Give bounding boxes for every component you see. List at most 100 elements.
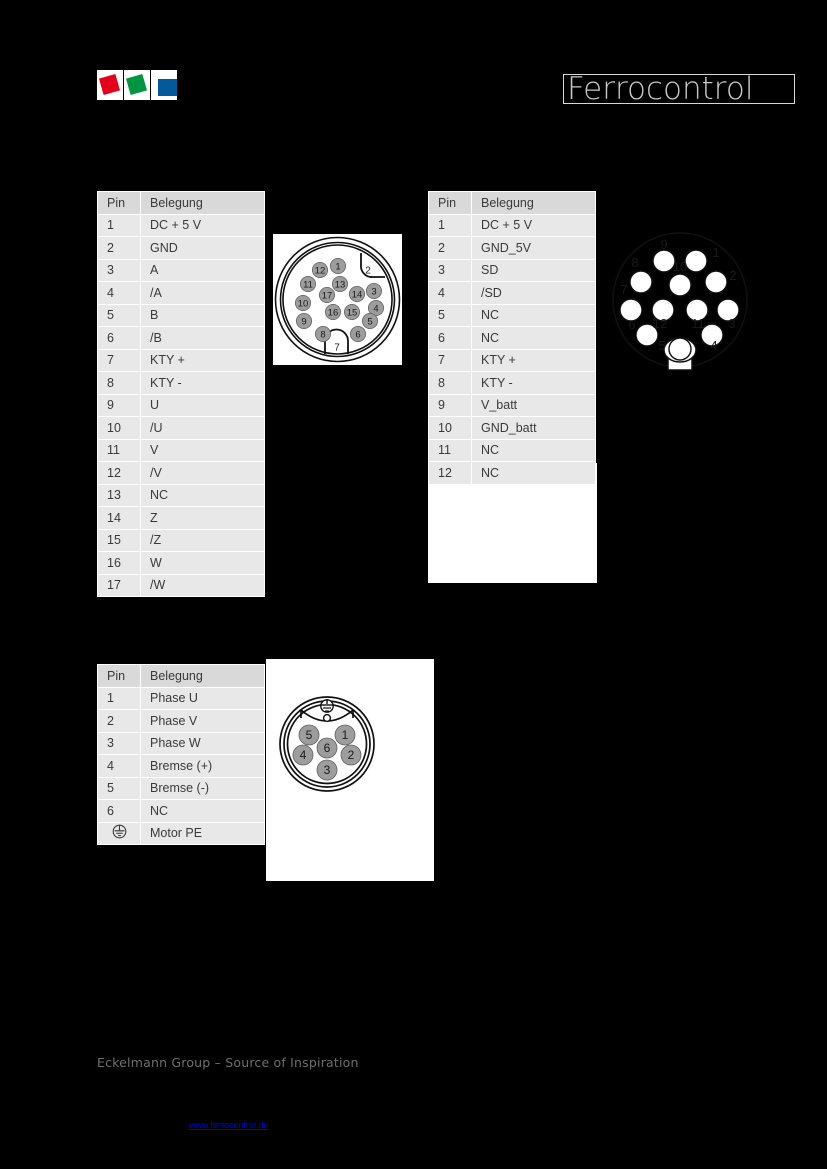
table-row: 3A — [97, 258, 265, 282]
table-row: 12/V — [97, 461, 265, 485]
pin-label-15: 15 — [347, 307, 358, 318]
table-body: Pin Belegung 1 DC + 5 V 2 GND_5V 3 SD 4/SD 5 NC 6 NC… — [428, 191, 596, 485]
table-row: 4/A — [97, 281, 265, 305]
cell-pin: 11 — [428, 438, 472, 462]
pin-9 — [652, 249, 676, 273]
earth-pe-icon — [112, 824, 126, 839]
cell-pin: 2 — [97, 709, 141, 733]
connector-diagram-17-pin: 1 2 3 4 5 6 7 8 9 10 11 12 13 14 15 16 17 — [273, 234, 402, 365]
cell-belegung: /SD — [471, 281, 596, 305]
cell-belegung: B — [140, 303, 265, 327]
pin-label-4: 4 — [710, 338, 717, 353]
cell-belegung: GND — [140, 236, 265, 260]
logo-square-green — [125, 73, 148, 96]
cell-belegung: /W — [140, 573, 265, 597]
pin-label-11: 11 — [691, 316, 705, 331]
pin-1 — [684, 249, 708, 273]
cell-belegung: /A — [140, 281, 265, 305]
pin-label-6: 6 — [324, 741, 331, 755]
cell-pin: 5 — [97, 303, 141, 327]
earth-pe-icon — [320, 699, 334, 713]
table-row: 3 Phase W — [97, 731, 265, 755]
connector-diagram-12-pin: 1 2 3 4 5 6 7 8 9 10 11 12 — [602, 230, 758, 371]
cell-belegung: NC — [140, 483, 265, 507]
cell-pin: 13 — [97, 483, 141, 507]
table-row: 12 NC — [428, 461, 596, 485]
pin-label-10: 10 — [673, 259, 687, 274]
cell-belegung: Phase W — [140, 731, 265, 755]
cell-belegung: KTY - — [140, 371, 265, 395]
table-body: Pin Belegung 1 DC + 5 V 2 GND 3 A 4/A 5 B 6/B 7 KTY +… — [97, 191, 265, 597]
cell-belegung: SD — [471, 258, 596, 282]
cell-pin: 10 — [97, 416, 141, 440]
table-row: 8 KTY - — [428, 371, 596, 395]
table-row: 2 GND — [97, 236, 265, 260]
pin-label-3: 3 — [728, 316, 735, 331]
footer-website-link[interactable]: www.ferrocontrol.de — [189, 1120, 269, 1130]
pin-5 — [668, 337, 692, 361]
pin-label-8: 8 — [320, 329, 325, 340]
brand-wordmark: Ferrocontrol — [567, 74, 754, 104]
table-row: 14 Z — [97, 506, 265, 530]
cell-belegung: Phase V — [140, 709, 265, 733]
table-row: 16 W — [97, 551, 265, 575]
cell-pin: 1 — [97, 686, 141, 710]
cell-belegung: NC — [471, 326, 596, 350]
table-row: 11 V — [97, 438, 265, 462]
pin-label-17: 17 — [322, 290, 333, 301]
table-row: 10/U — [97, 416, 265, 440]
logo-cell-green — [124, 70, 150, 100]
cell-pin: 1 — [428, 213, 472, 237]
table-row: 1 Phase U — [97, 686, 265, 710]
cell-pin: 12 — [97, 461, 141, 485]
cell-belegung: V — [140, 438, 265, 462]
cell-pin: 11 — [97, 438, 141, 462]
table-body: Pin Belegung 1 Phase U 2 Phase V 3 Phase W 4 Brem… — [97, 664, 265, 845]
brand-wordmark-box: Ferrocontrol — [563, 74, 795, 104]
pin-label-16: 16 — [328, 307, 339, 318]
pin-label-10: 10 — [298, 298, 309, 309]
pin-2 — [704, 270, 728, 294]
table-row: 5B — [97, 303, 265, 327]
cell-pin: 7 — [428, 348, 472, 372]
table-row: 13 NC — [97, 483, 265, 507]
pin-label-1: 1 — [712, 245, 719, 260]
table-header-row: Pin Belegung — [97, 664, 265, 688]
cell-belegung: DC + 5 V — [471, 213, 596, 237]
table-row: 1 DC + 5 V — [428, 213, 596, 237]
cell-pin: 5 — [97, 776, 141, 800]
table-row: 7 KTY + — [428, 348, 596, 372]
pin-10 — [668, 273, 692, 297]
pin-group: 1 234567891011121314151617 — [294, 257, 385, 354]
cell-pin: 3 — [97, 731, 141, 755]
pin-label-9: 9 — [660, 237, 667, 252]
cell-belegung: Z — [140, 506, 265, 530]
cell-pin: 16 — [97, 551, 141, 575]
table-row: 9U — [97, 393, 265, 417]
cell-belegung: U — [140, 393, 265, 417]
logo-square-blue — [158, 79, 177, 96]
cell-pin: 15 — [97, 528, 141, 552]
pin-label-12: 12 — [653, 316, 667, 331]
table-row: 3 SD — [428, 258, 596, 282]
cell-pin: 14 — [97, 506, 141, 530]
pin-label-3: 3 — [371, 286, 376, 297]
column-header-belegung: Belegung — [471, 191, 596, 215]
table-row: 7 KTY + — [97, 348, 265, 372]
table-row: 8 KTY - — [97, 371, 265, 395]
cell-belegung: /V — [140, 461, 265, 485]
cell-belegung: Motor PE — [140, 821, 265, 845]
table-row: 4/SD — [428, 281, 596, 305]
connector-diagram-6-pin-pe: 1 2 3 4 56 — [277, 690, 377, 798]
column-header-pin: Pin — [97, 191, 141, 215]
pin-label-12: 12 — [315, 265, 326, 276]
cell-belegung: DC + 5 V — [140, 213, 265, 237]
table-row: 4 Bremse (+) — [97, 754, 265, 778]
cell-pin: 3 — [428, 258, 472, 282]
pin-8 — [629, 270, 653, 294]
logo-square-red — [98, 73, 121, 96]
pin-label-9: 9 — [301, 316, 306, 327]
table-row: 10 GND_batt — [428, 416, 596, 440]
cell-pin: 4 — [428, 281, 472, 305]
pin-7 — [619, 298, 643, 322]
